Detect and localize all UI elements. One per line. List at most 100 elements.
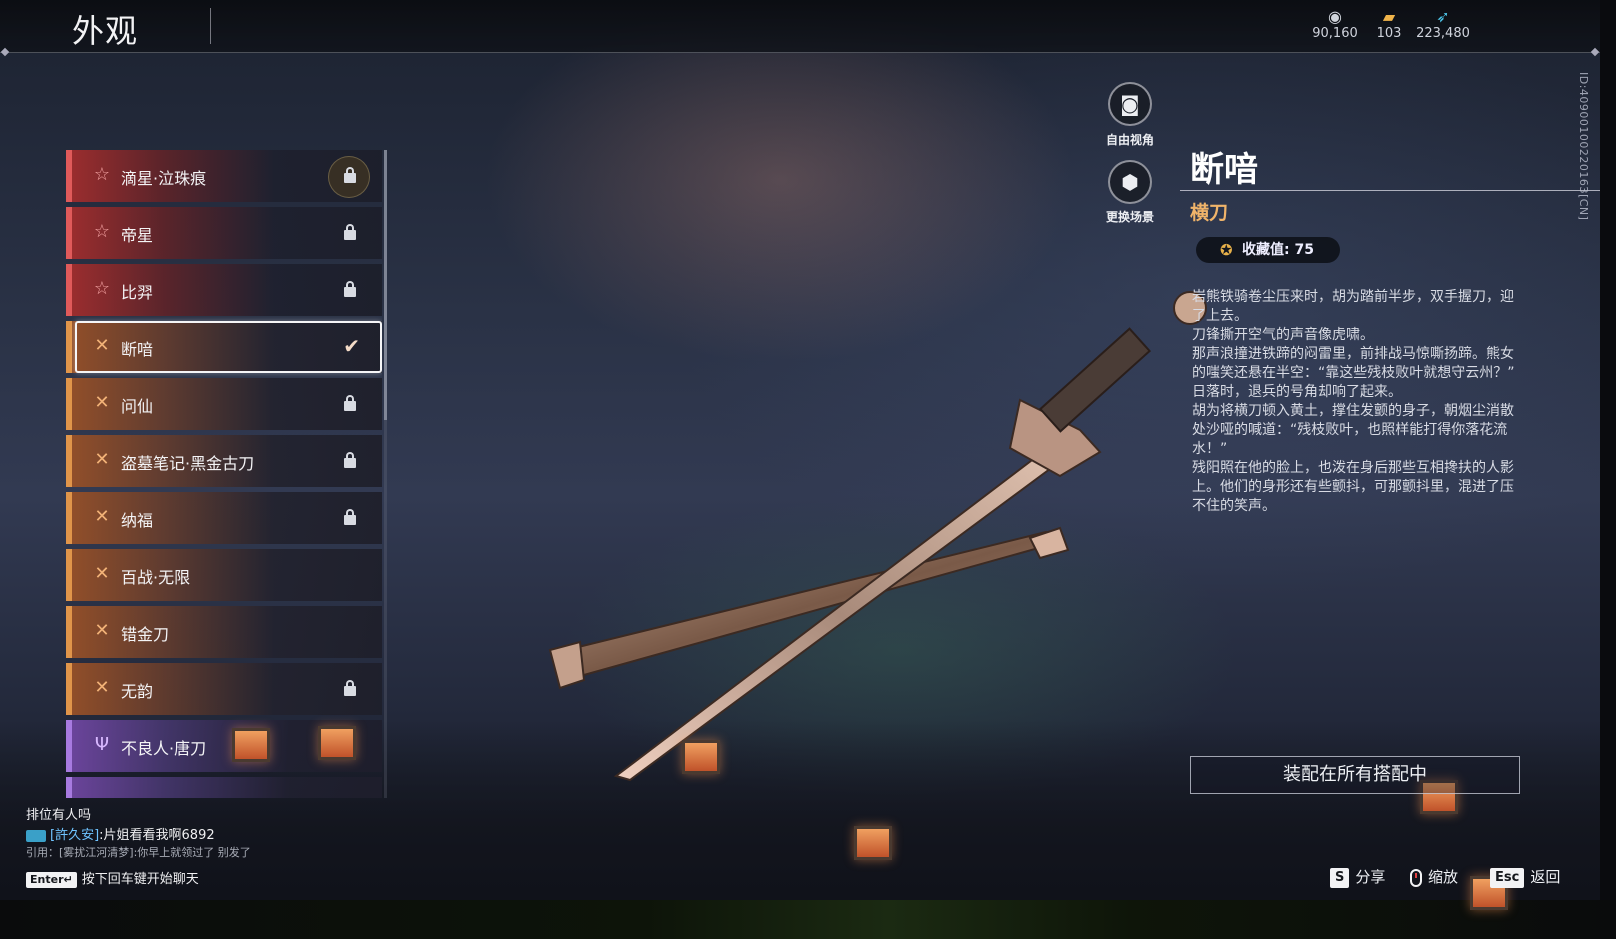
item-background: [72, 606, 382, 658]
cross-blades-icon: ✕: [94, 506, 110, 527]
chat-channel-icon: [26, 829, 46, 842]
skin-label: 滴星·泣珠痕: [121, 169, 207, 188]
skin-item[interactable]: Ψ 不良人·唐刀: [66, 720, 382, 772]
skin-label: 不良人·唐刀: [121, 739, 207, 758]
skin-label: 问仙: [121, 397, 154, 416]
page-title: 外观: [72, 12, 139, 50]
currency-feathers[interactable]: ➶ 223,480: [1408, 7, 1478, 42]
client-id-text: ID:4090010022016З[CN]: [1577, 72, 1590, 221]
cross-blades-icon: ✕: [94, 335, 110, 356]
item-background: [72, 492, 382, 544]
enter-key-icon: Enter↵: [26, 871, 77, 888]
cross-blades-icon: ✕: [94, 677, 110, 698]
item-background: [72, 264, 382, 316]
cross-blades-icon: ✕: [94, 620, 110, 641]
skin-item[interactable]: ☆ 帝星: [66, 207, 382, 259]
star-icon: ☆: [93, 164, 111, 185]
currency-value: 103: [1376, 26, 1402, 41]
skin-item[interactable]: ✕ 百战·无限: [66, 549, 382, 601]
lock-icon: [344, 224, 356, 240]
check-icon: ✔: [343, 334, 360, 358]
weapon-preview[interactable]: [540, 280, 1260, 800]
title-divider: [210, 8, 211, 44]
item-background: [72, 378, 382, 430]
share-label: 分享: [1355, 868, 1386, 886]
chat-input-prompt[interactable]: Enter↵ 按下回车键开始聊天: [26, 868, 199, 888]
skin-label: 比羿: [121, 283, 154, 302]
chat-message: 排位有人吗: [26, 808, 92, 823]
chat-text: :片姐看看我啊6892: [99, 828, 215, 843]
skin-label: 无韵: [121, 682, 154, 701]
item-background: [72, 549, 382, 601]
chat-message: [許久安]:片姐看看我啊6892: [26, 824, 215, 843]
skin-item[interactable]: ✕ 纳福: [66, 492, 382, 544]
skin-label: 断喑: [121, 340, 154, 359]
esc-key: Esc: [1490, 867, 1525, 888]
zoom-label: 缩放: [1428, 868, 1459, 886]
cross-blades-icon: ✕: [94, 563, 110, 584]
item-description: 岩熊铁骑卷尘压来时，胡为踏前半步，双手握刀，迎了上去。 刀锋撕开空气的声音像虎啸…: [1192, 289, 1515, 514]
item-name: 断喑: [1190, 150, 1258, 190]
equip-all-button[interactable]: 装配在所有搭配中: [1190, 756, 1520, 794]
blade-shape: [613, 291, 1207, 782]
skin-item[interactable]: ✕ 问仙: [66, 378, 382, 430]
change-scene-button[interactable]: ⬢: [1108, 160, 1152, 204]
star-icon: ☆: [93, 221, 111, 242]
back-hint[interactable]: Esc 返回: [1490, 866, 1560, 888]
name-rule: [1180, 190, 1600, 191]
collection-value-badge: ✪ 收藏值: 75: [1196, 237, 1340, 263]
sheath-shape: [548, 526, 1070, 690]
camera-icon: ◙: [1120, 92, 1140, 116]
skin-item[interactable]: ☆ 比羿: [66, 264, 382, 316]
star-icon: ☆: [93, 278, 111, 299]
free-view-button[interactable]: ◙: [1108, 82, 1152, 126]
skin-label: 百战·无限: [121, 568, 191, 587]
skin-label: 帝星: [121, 226, 154, 245]
skin-list: ☆ 滴星·泣珠痕 ☆ 帝星 ☆ 比羿 ✕ 断喑 ✔ ✕ 问仙 ✕ 盗墓笔记·黑金…: [66, 150, 382, 798]
lock-icon: [344, 395, 356, 411]
item-background: [72, 777, 382, 798]
zoom-hint[interactable]: 缩放: [1410, 866, 1458, 887]
chat-quote: 引用：[雾扰江河清梦]:你早上就领过了 别发了: [26, 846, 251, 859]
share-key: S: [1330, 867, 1350, 888]
item-type: 横刀: [1190, 202, 1229, 224]
change-scene-label: 更换场景: [1105, 210, 1154, 224]
lantern-decoration: [318, 726, 356, 760]
free-view-label: 自由视角: [1105, 133, 1154, 147]
back-label: 返回: [1530, 868, 1561, 886]
cross-blades-icon: ✕: [94, 449, 110, 470]
scrollbar-thumb[interactable]: [384, 150, 387, 420]
floating-lantern: [682, 740, 720, 774]
mouse-scroll-icon: [1410, 868, 1422, 887]
lock-icon: [344, 452, 356, 468]
lock-icon: [344, 167, 356, 183]
skin-label: 纳福: [121, 511, 154, 530]
lantern-decoration: [232, 728, 270, 762]
skin-item[interactable]: ☆ 滴星·泣珠痕: [66, 150, 382, 202]
skin-item[interactable]: ✕ 错金刀: [66, 606, 382, 658]
skin-item[interactable]: ✕ 盗墓笔记·黑金古刀: [66, 435, 382, 487]
chat-sender[interactable]: [許久安]: [50, 828, 99, 843]
blue-feather-icon: ➶: [1436, 7, 1450, 26]
lock-icon: [344, 509, 356, 525]
cube-icon: ⬢: [1121, 170, 1139, 194]
trident-icon: Ψ: [94, 734, 110, 755]
item-background: [72, 663, 382, 715]
lock-icon: [344, 281, 356, 297]
right-edge: [1600, 0, 1616, 900]
cross-blades-icon: ✕: [94, 392, 110, 413]
item-background: [72, 207, 382, 259]
floating-lantern: [854, 826, 892, 860]
collection-icon: ✪: [1220, 241, 1233, 259]
share-hint[interactable]: S 分享: [1330, 866, 1385, 888]
bottom-strip: [0, 900, 1616, 939]
skin-label: 盗墓笔记·黑金古刀: [121, 454, 255, 473]
currency-value: 90,160: [1312, 26, 1358, 41]
lock-icon: [344, 680, 356, 696]
currency-value: 223,480: [1416, 26, 1470, 41]
skin-item-partial[interactable]: [66, 777, 382, 798]
skin-item-selected[interactable]: ✕ 断喑 ✔: [66, 321, 382, 373]
skin-item[interactable]: ✕ 无韵: [66, 663, 382, 715]
skin-label: 错金刀: [121, 625, 170, 644]
collection-label: 收藏值: 75: [1242, 242, 1314, 258]
